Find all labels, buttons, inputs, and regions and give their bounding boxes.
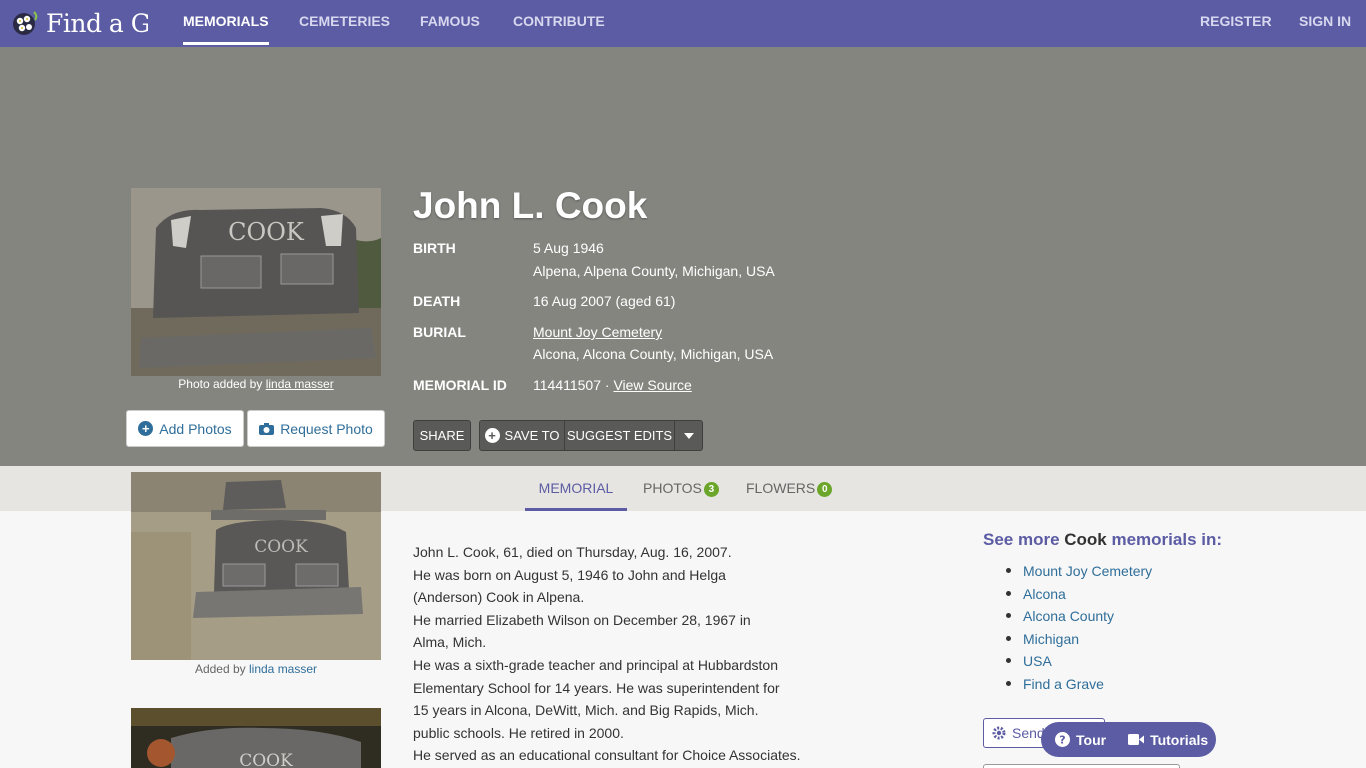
gallery-uploader-link[interactable]: linda masser	[249, 662, 317, 676]
see-more-link-country[interactable]: USA	[1005, 650, 1152, 673]
see-more-prefix: See more	[983, 530, 1065, 549]
add-photos-label: Add Photos	[159, 420, 232, 437]
burial-place: Alcona, Alcona County, Michigan, USA	[533, 346, 774, 362]
nav-cemeteries[interactable]: CEMETERIES	[299, 0, 390, 47]
memorial-id-label: MEMORIAL ID	[413, 377, 507, 393]
see-more-heading: See more Cook memorials in:	[983, 530, 1222, 550]
sidebar-button-partial[interactable]	[983, 764, 1180, 768]
plus-circle-icon: +	[138, 421, 154, 436]
logo-text: Find a Grave	[46, 8, 148, 38]
bio-line: He was born on August 5, 1946 to John an…	[413, 566, 726, 583]
camera-icon	[259, 422, 275, 435]
burial-cemetery-wrap: Mount Joy Cemetery	[533, 324, 662, 340]
headstone-text: COOK	[228, 218, 305, 246]
headstone-image: COOK	[131, 188, 381, 376]
gallery-stone-text-2: COOK	[239, 751, 293, 768]
find-a-grave-logo[interactable]: Find a Grave	[10, 4, 148, 42]
share-label: SHARE	[419, 428, 465, 443]
gear-icon	[992, 726, 1006, 740]
view-source-link[interactable]: View Source	[613, 377, 691, 393]
bio-line: Elementary School for 14 years. He was s…	[413, 679, 780, 696]
question-circle-icon: ?	[1055, 732, 1070, 747]
suggest-edits-label: SUGGEST EDITS	[566, 428, 673, 443]
headstone-photo[interactable]: COOK	[131, 188, 381, 376]
top-nav: Find a Grave MEMORIALS CEMETERIES FAMOUS…	[0, 0, 1366, 47]
tour-button[interactable]: ? Tour	[1055, 732, 1106, 748]
tab-flowers[interactable]: FLOWERS 0	[746, 466, 833, 511]
memorial-id-value: 114411507 ·	[533, 377, 614, 393]
gallery-stone-text: COOK	[254, 537, 308, 557]
tutorials-label: Tutorials	[1150, 731, 1209, 748]
photo-caption: Photo added by linda masser	[131, 377, 381, 391]
burial-label: BURIAL	[413, 324, 466, 340]
tutorials-button[interactable]: Tutorials	[1128, 732, 1208, 748]
see-more-link-county[interactable]: Alcona County	[1005, 605, 1152, 628]
request-photo-button[interactable]: Request Photo	[247, 410, 385, 447]
birth-date: 5 Aug 1946	[533, 240, 604, 256]
flowers-count-badge: 0	[817, 481, 833, 497]
save-to-button[interactable]: + SAVE TO	[479, 420, 565, 451]
nav-contribute[interactable]: CONTRIBUTE	[513, 0, 605, 47]
bio-line: He married Elizabeth Wilson on December …	[413, 611, 751, 628]
nav-famous[interactable]: FAMOUS	[420, 0, 480, 47]
bio-line: (Anderson) Cook in Alpena.	[413, 589, 585, 606]
burial-cemetery-link[interactable]: Mount Joy Cemetery	[533, 324, 662, 340]
gallery-image-1: COOK	[131, 472, 381, 660]
tab-flowers-label: FLOWERS	[746, 480, 816, 496]
tab-memorial[interactable]: MEMORIAL	[525, 466, 627, 511]
tab-photos-label: PHOTOS	[643, 480, 702, 496]
gallery-photo-1[interactable]: COOK	[131, 472, 381, 660]
memorial-id-wrap: 114411507 · View Source	[533, 377, 692, 393]
send-label: Send	[1012, 725, 1045, 741]
bio-line: He served as an educational consultant f…	[413, 747, 801, 764]
gallery-caption-1: Added by linda masser	[131, 662, 381, 676]
bio-line: 15 years in Alcona, DeWitt, Mich. and Bi…	[413, 702, 759, 719]
logo-flower-icon	[13, 11, 38, 35]
tab-memorial-label: MEMORIAL	[538, 480, 614, 496]
gallery-image-2: COOK	[131, 708, 381, 768]
bio-line: Alma, Mich.	[413, 634, 487, 651]
bio-line: He was a sixth-grade teacher and princip…	[413, 656, 778, 673]
birth-label: BIRTH	[413, 240, 456, 256]
caret-down-icon	[683, 432, 694, 439]
more-actions-dropdown[interactable]	[674, 420, 703, 451]
see-more-surname: Cook	[1064, 530, 1107, 549]
request-photo-label: Request Photo	[280, 420, 373, 437]
death-label: DEATH	[413, 293, 461, 309]
suggest-edits-button[interactable]: SUGGEST EDITS	[564, 420, 675, 451]
photos-count-badge: 3	[703, 481, 719, 497]
photo-uploader-link[interactable]: linda masser	[266, 377, 334, 391]
video-camera-icon	[1128, 734, 1145, 745]
birth-place: Alpena, Alpena County, Michigan, USA	[533, 263, 775, 279]
see-more-link-cemetery[interactable]: Mount Joy Cemetery	[1005, 560, 1152, 583]
bio-line: John L. Cook, 61, died on Thursday, Aug.…	[413, 544, 732, 560]
tab-photos[interactable]: PHOTOS 3	[643, 466, 719, 511]
see-more-suffix: memorials in:	[1106, 530, 1223, 549]
memorial-bio: John L. Cook, 61, died on Thursday, Aug.…	[413, 541, 813, 767]
see-more-link-city[interactable]: Alcona	[1005, 583, 1152, 606]
tour-label: Tour	[1076, 731, 1107, 748]
death-date: 16 Aug 2007 (aged 61)	[533, 293, 676, 309]
save-to-label: SAVE TO	[504, 428, 560, 443]
photo-caption-prefix: Photo added by	[178, 377, 266, 391]
plus-circle-icon: +	[484, 428, 500, 443]
see-more-list: Mount Joy Cemetery Alcona Alcona County …	[1005, 560, 1152, 695]
see-more-link-state[interactable]: Michigan	[1005, 628, 1152, 651]
help-pill: ? Tour Tutorials	[1041, 722, 1216, 757]
nav-memorials[interactable]: MEMORIALS	[183, 0, 269, 47]
bio-line: public schools. He retired in 2000.	[413, 724, 624, 741]
register-link[interactable]: REGISTER	[1200, 0, 1272, 47]
gallery-caption-prefix: Added by	[194, 662, 249, 676]
memorial-name: John L. Cook	[413, 185, 648, 226]
gallery-photo-2[interactable]: COOK	[131, 708, 381, 768]
add-photos-button[interactable]: + Add Photos	[126, 410, 244, 447]
sign-in-link[interactable]: SIGN IN	[1299, 0, 1351, 47]
see-more-link-site[interactable]: Find a Grave	[1005, 673, 1152, 696]
svg-text:?: ?	[1059, 734, 1065, 747]
share-button[interactable]: SHARE	[413, 420, 471, 451]
